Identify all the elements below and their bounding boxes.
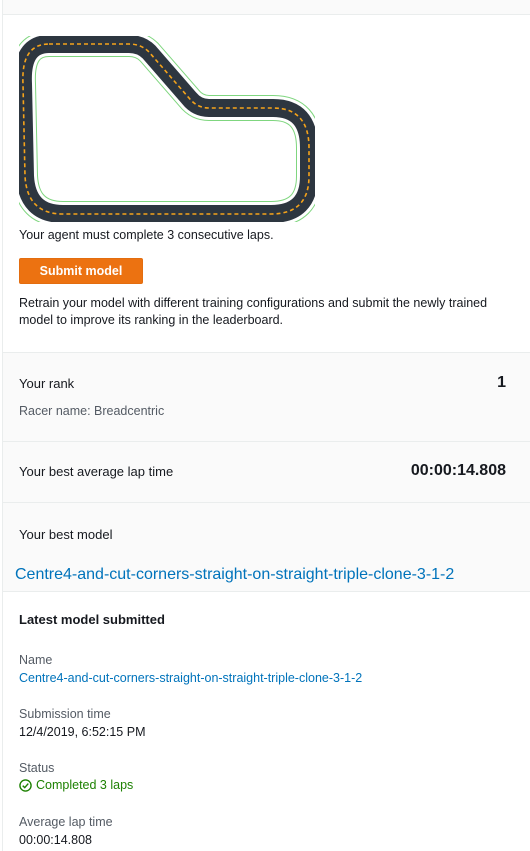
submission-time-label: Submission time <box>19 707 111 721</box>
status-text: Completed 3 laps <box>36 778 134 792</box>
status-label: Status <box>19 761 55 775</box>
latest-model-title: Latest model submitted <box>19 612 165 627</box>
best-model-section: Your best model Centre4-and-cut-corners-… <box>3 502 530 591</box>
latest-model-section: Latest model submitted Name Centre4-and-… <box>3 591 530 851</box>
race-details-panel: Your agent must complete 3 consecutive l… <box>2 0 530 851</box>
best-lap-section: Your best average lap time 00:00:14.808 <box>3 441 530 502</box>
top-divider <box>3 0 530 15</box>
best-lap-label: Your best average lap time <box>19 464 174 479</box>
submission-time-value: 12/4/2019, 6:52:15 PM <box>19 725 146 739</box>
track-image <box>9 31 322 227</box>
lap-requirement-text: Your agent must complete 3 consecutive l… <box>19 228 274 242</box>
best-model-link[interactable]: Centre4-and-cut-corners-straight-on-stra… <box>15 566 454 584</box>
retrain-hint-text: Retrain your model with different traini… <box>19 296 488 327</box>
check-circle-icon <box>19 778 32 792</box>
avg-lap-value: 00:00:14.808 <box>19 833 92 847</box>
best-model-label: Your best model <box>19 527 113 542</box>
rank-value: 1 <box>497 374 506 391</box>
racer-name: Racer name: Breadcentric <box>19 404 165 418</box>
latest-name-label: Name <box>19 653 53 667</box>
best-lap-value: 00:00:14.808 <box>410 462 506 479</box>
submit-model-button[interactable]: Submit model <box>19 258 143 284</box>
rank-label: Your rank <box>19 376 75 391</box>
avg-lap-label: Average lap time <box>19 815 113 829</box>
rank-section: Your rank 1 Racer name: Breadcentric <box>3 352 530 441</box>
latest-model-link[interactable]: Centre4-and-cut-corners-straight-on-stra… <box>19 671 362 685</box>
status-value: Completed 3 laps <box>19 778 133 792</box>
